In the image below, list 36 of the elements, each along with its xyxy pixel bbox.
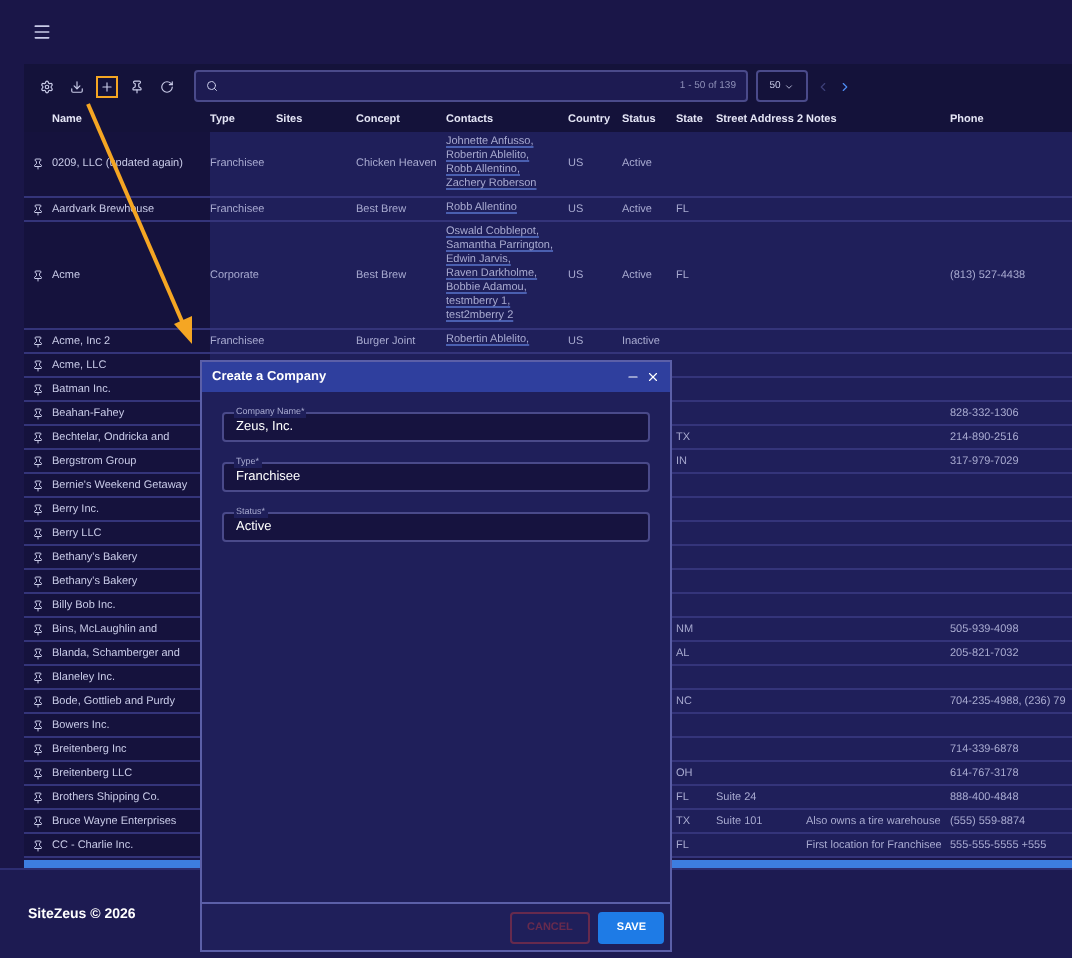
pin-icon[interactable] bbox=[32, 359, 44, 371]
pin-icon[interactable] bbox=[32, 623, 44, 635]
pin-icon[interactable] bbox=[32, 407, 44, 419]
pin-icon[interactable] bbox=[32, 599, 44, 611]
refresh-icon[interactable] bbox=[156, 75, 178, 97]
pin-icon[interactable] bbox=[32, 767, 44, 779]
pin-icon[interactable] bbox=[32, 203, 44, 215]
menu-icon[interactable] bbox=[32, 22, 52, 42]
search-icon bbox=[206, 80, 218, 92]
pin-icon[interactable] bbox=[32, 575, 44, 587]
pin-icon[interactable] bbox=[32, 791, 44, 803]
pin-icon[interactable] bbox=[32, 431, 44, 443]
pin-icon[interactable] bbox=[32, 158, 44, 170]
minimize-icon[interactable] bbox=[626, 370, 640, 384]
next-page-icon[interactable] bbox=[838, 79, 852, 93]
pin-icon[interactable] bbox=[32, 527, 44, 539]
download-icon[interactable] bbox=[66, 75, 88, 97]
pin-icon[interactable] bbox=[32, 269, 44, 281]
caret-icon bbox=[784, 81, 795, 91]
pin-icon[interactable] bbox=[32, 647, 44, 659]
pin-icon[interactable] bbox=[32, 479, 44, 491]
plus-icon[interactable] bbox=[96, 75, 118, 97]
pin-icon[interactable] bbox=[32, 503, 44, 515]
settings-icon[interactable] bbox=[36, 75, 58, 97]
pin-icon[interactable] bbox=[32, 335, 44, 347]
pin-icon[interactable] bbox=[32, 551, 44, 563]
pin-icon[interactable] bbox=[32, 815, 44, 827]
pin-icon[interactable] bbox=[32, 695, 44, 707]
pin-icon[interactable] bbox=[126, 75, 148, 97]
pin-icon[interactable] bbox=[32, 719, 44, 731]
pin-icon[interactable] bbox=[32, 671, 44, 683]
pin-icon[interactable] bbox=[32, 839, 44, 851]
pin-icon[interactable] bbox=[32, 455, 44, 467]
pin-icon[interactable] bbox=[32, 383, 44, 395]
close-icon[interactable] bbox=[646, 370, 660, 384]
pin-icon[interactable] bbox=[32, 743, 44, 755]
